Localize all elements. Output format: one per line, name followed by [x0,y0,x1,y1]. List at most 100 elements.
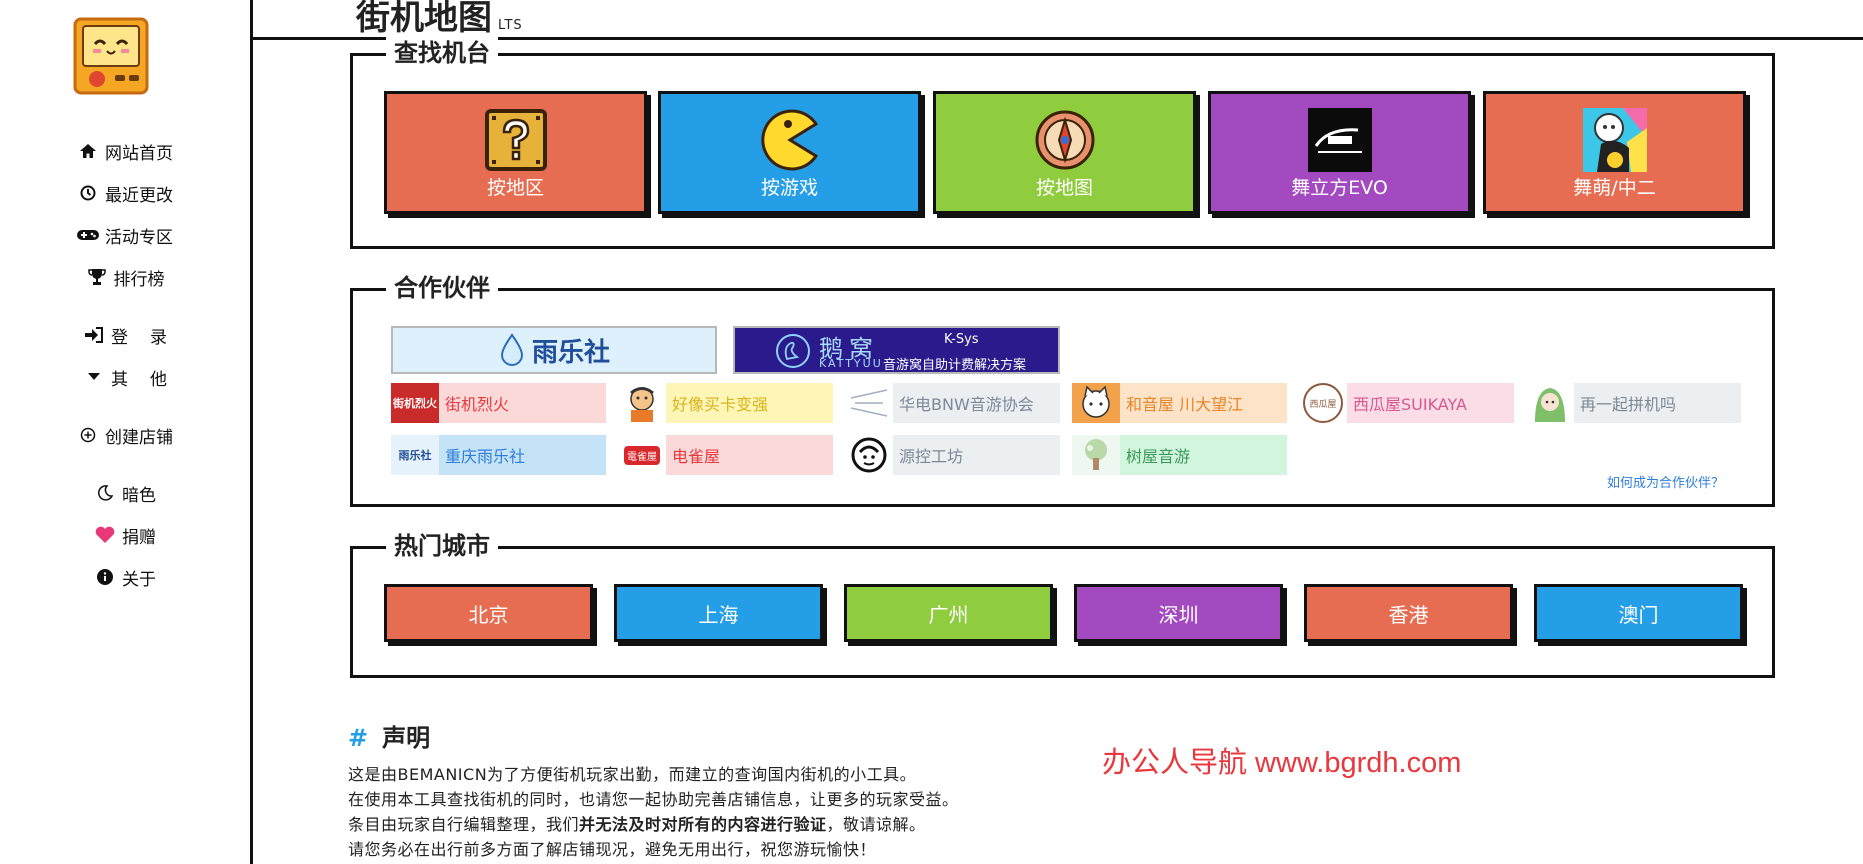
moon-icon [94,485,116,501]
compass-icon [1035,110,1094,170]
partner-item[interactable]: 源控工坊 [845,435,1060,475]
statement-line-3c: ，敬请谅解。 [826,815,926,834]
partner-name: 西瓜屋SUIKAYA [1353,395,1467,414]
city-button-hongkong[interactable]: 香港 [1304,584,1513,642]
pacman-icon [760,109,818,171]
cat-face-icon [1082,385,1110,418]
partner-name: 和音屋 川大望江 [1126,395,1244,414]
partner-logo: 雨乐社 [391,435,439,475]
page-title-text: 街机地图 [356,0,492,38]
nav-donate-label: 捐赠 [122,527,156,548]
plus-circle-icon [77,427,99,443]
nav-recent-label: 最近更改 [105,185,173,206]
info-icon [94,569,116,585]
site-logo[interactable] [73,17,149,95]
nav-leaderboard-label: 排行榜 [113,269,165,290]
nav-dark-mode[interactable]: 暗色 [0,480,250,506]
face-badge-icon [851,437,887,473]
partner-name: 电雀屋 [672,447,721,466]
tile-by-region-label: 按地区 [486,177,544,199]
partner-logo [1526,383,1574,423]
water-drop-icon [500,333,523,366]
partner-logo [1072,383,1120,423]
nav-login-label: 登录 [111,327,189,348]
gamepad-icon [77,229,99,241]
city-button-shanghai[interactable]: 上海 [614,584,823,642]
trophy-icon [86,269,108,285]
caret-down-icon [83,373,105,381]
partner-logo: 電雀屋 [618,435,666,475]
nav-dark-mode-label: 暗色 [122,485,156,506]
banner-kattyuu-desc: 音游窝自助计费解决方案 [883,358,1027,373]
partner-item[interactable]: 和音屋 川大望江 [1072,383,1287,423]
nav-leaderboard[interactable]: 排行榜 [0,264,250,290]
nav-donate[interactable]: 捐赠 [0,522,250,548]
question-block-icon [484,109,547,171]
city-button-shenzhen[interactable]: 深圳 [1074,584,1283,642]
hot-cities-section: 热门城市 北京 上海 广州 深圳 香港 澳门 [350,529,1775,678]
hash-icon: # [348,724,369,752]
heart-icon [94,526,116,544]
sidebar: 网站首页 最近更改 活动专区 排行榜 登录 其他 创建店铺 暗色 捐赠 关于 [0,0,250,864]
login-icon [83,327,105,343]
watermark-text: 办公人导航 www.bgrdh.com [1102,747,1462,779]
statement-line-2: 在使用本工具查找街机的同时，也请您一起协助完善店铺信息，让更多的玩家受益。 [348,790,959,809]
partner-name: 好像买卡变强 [672,395,769,414]
partner-name: 源控工坊 [899,447,964,466]
partner-logo [845,435,893,475]
statement-line-1: 这是由BEMANICN为了方便街机玩家出勤，而建立的查询国内街机的小工具。 [348,765,917,784]
partner-logo [845,383,893,423]
partner-item[interactable]: 西瓜屋 西瓜屋SUIKAYA [1299,383,1514,423]
partner-logo: 街机烈火 [391,383,439,423]
partners-section: 合作伙伴 雨乐社 鹅窝 KATTYUU K-Sys 音游窝自助计费解决方案 街机… [350,271,1775,507]
nav-events[interactable]: 活动专区 [0,222,250,248]
find-machines-legend: 查找机台 [386,36,498,70]
become-partner-link[interactable]: 如何成为合作伙伴？ [1607,472,1724,491]
find-machines-section: 查找机台 按地区 按游戏 按地图 舞立方EVO 舞萌/中二 [350,36,1775,249]
partner-item[interactable]: 電雀屋 电雀屋 [618,435,833,475]
city-button-macau[interactable]: 澳门 [1534,584,1743,642]
banner-kattyuu[interactable]: 鹅窝 KATTYUU K-Sys 音游窝自助计费解决方案 [733,326,1060,374]
city-button-guangzhou[interactable]: 广州 [844,584,1053,642]
nav-create-shop[interactable]: 创建店铺 [0,422,250,448]
tile-by-game-label: 按游戏 [760,177,818,199]
statement-line-3-bold: 并无法及时对所有的内容进行验证 [579,815,827,834]
tile-maimai-label: 舞萌/中二 [1573,177,1656,199]
nav-login[interactable]: 登录 [0,322,250,348]
tile-by-map[interactable]: 按地图 [933,91,1196,214]
home-icon [77,144,99,158]
partner-item[interactable]: 树屋音游 [1072,435,1287,475]
tile-by-region[interactable]: 按地区 [384,91,647,214]
partner-name: 街机烈火 [445,395,510,414]
lts-badge: LTS [498,18,523,33]
tile-maimai-chunithm[interactable]: 舞萌/中二 [1483,91,1746,214]
banner-kattyuu-sub: KATTYUU [819,357,883,370]
partner-item[interactable]: 再一起拼机吗 [1526,383,1741,423]
anime-character-icon [1535,388,1565,422]
tile-dance-cube[interactable]: 舞立方EVO [1208,91,1471,214]
partner-item[interactable]: 好像买卡变强 [618,383,833,423]
banner-yulesha-text: 雨乐社 [531,337,610,368]
statement-heading-text: 声明 [382,724,431,752]
tile-by-game[interactable]: 按游戏 [658,91,921,214]
partner-name: 重庆雨乐社 [445,447,526,466]
city-button-beijing[interactable]: 北京 [384,584,593,642]
hot-cities-legend: 热门城市 [386,529,498,563]
partner-name: 树屋音游 [1126,447,1191,466]
partner-item[interactable]: 街机烈火 街机烈火 [391,383,606,423]
partner-item[interactable]: 华电BNW音游协会 [845,383,1060,423]
nav-home[interactable]: 网站首页 [0,138,250,164]
partner-item[interactable]: 雨乐社 重庆雨乐社 [391,435,606,475]
nav-about[interactable]: 关于 [0,564,250,590]
banner-yulesha[interactable]: 雨乐社 [391,326,717,374]
tile-by-map-label: 按地图 [1035,177,1093,199]
swan-icon [776,334,810,368]
nav-other[interactable]: 其他 [0,364,250,390]
statement-line-4: 请您务必在出行前多方面了解店铺现况，避免无用出行，祝您游玩愉快！ [348,840,877,859]
nav-home-label: 网站首页 [105,143,173,164]
partner-name: 华电BNW音游协会 [899,395,1034,414]
tile-dance-cube-label: 舞立方EVO [1291,177,1388,199]
nav-recent-changes[interactable]: 最近更改 [0,180,250,206]
maimai-icon [1582,108,1647,172]
clock-icon [77,185,99,201]
